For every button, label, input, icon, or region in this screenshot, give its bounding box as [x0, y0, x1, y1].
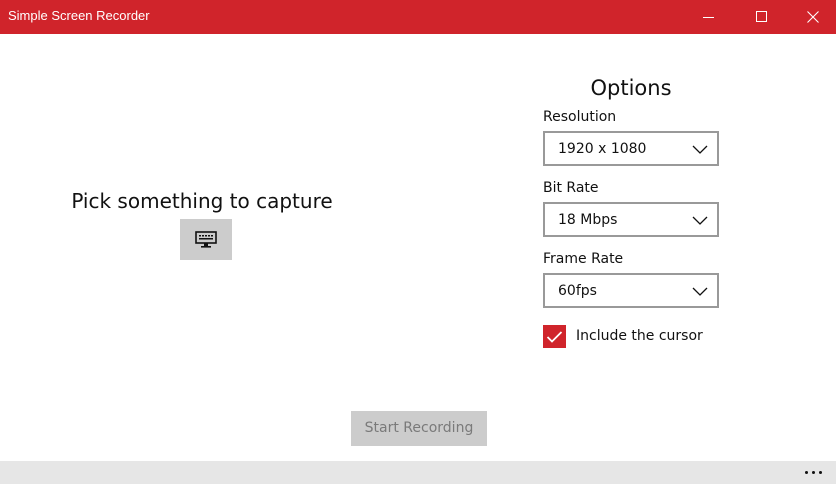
chevron-down-icon — [692, 287, 708, 296]
include-cursor-label[interactable]: Include the cursor — [576, 327, 703, 345]
checkmark-icon — [546, 330, 563, 343]
maximize-button[interactable] — [739, 0, 785, 34]
resolution-dropdown[interactable]: 1920 x 1080 — [543, 131, 719, 166]
capture-prompt: Pick something to capture — [71, 189, 333, 213]
close-button[interactable] — [790, 0, 836, 34]
title-bar: Simple Screen Recorder — [0, 0, 836, 34]
resolution-label: Resolution — [543, 109, 617, 125]
frame-rate-value: 60fps — [558, 283, 597, 299]
frame-rate-dropdown[interactable]: 60fps — [543, 273, 719, 308]
minimize-button[interactable] — [686, 0, 732, 34]
bottom-app-bar — [0, 461, 836, 484]
include-cursor-checkbox[interactable] — [543, 325, 566, 348]
bit-rate-dropdown[interactable]: 18 Mbps — [543, 202, 719, 237]
more-icon — [804, 471, 808, 474]
chevron-down-icon — [692, 145, 708, 154]
start-recording-button[interactable]: Start Recording — [351, 411, 487, 446]
bit-rate-label: Bit Rate — [543, 180, 599, 196]
more-button[interactable] — [800, 464, 826, 481]
frame-rate-label: Frame Rate — [543, 251, 624, 267]
maximize-icon — [756, 11, 767, 22]
minimize-icon — [703, 17, 714, 18]
monitor-icon — [195, 230, 217, 248]
close-icon — [807, 11, 819, 23]
chevron-down-icon — [692, 216, 708, 225]
more-icon — [811, 471, 815, 474]
options-title: Options — [590, 76, 672, 100]
bit-rate-value: 18 Mbps — [558, 212, 618, 228]
more-icon — [818, 471, 822, 474]
pick-capture-button[interactable] — [180, 219, 232, 260]
window-title: Simple Screen Recorder — [8, 8, 150, 23]
resolution-value: 1920 x 1080 — [558, 141, 647, 157]
app-window: Simple Screen Recorder Pick something to… — [0, 0, 836, 484]
